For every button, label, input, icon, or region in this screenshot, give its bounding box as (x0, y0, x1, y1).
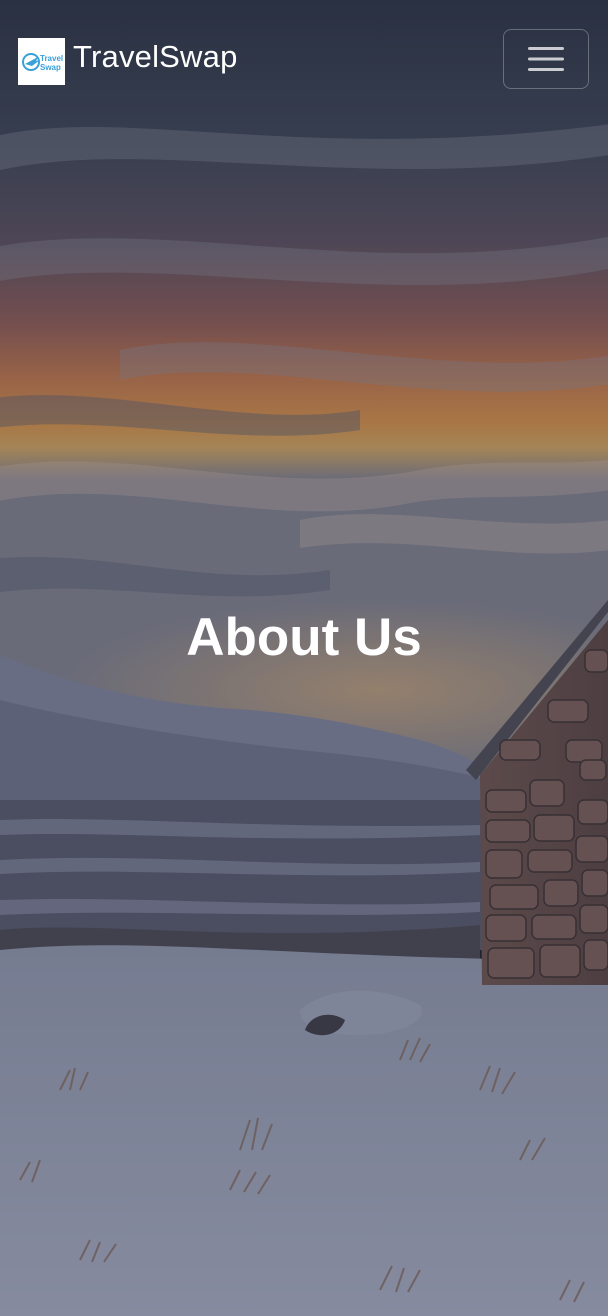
travelswap-logo-icon: Travel Swap (21, 52, 63, 72)
brand-logo: Travel Swap (18, 38, 65, 85)
logo-text-line2: Swap (40, 63, 61, 72)
navbar-toggle-button[interactable] (503, 29, 589, 89)
hero-section: Travel Swap TravelSwap About Us (0, 0, 608, 1316)
navbar: Travel Swap TravelSwap (0, 0, 608, 120)
brand-link[interactable]: Travel Swap TravelSwap (18, 38, 238, 85)
page-title: About Us (186, 608, 422, 667)
logo-text-line1: Travel (40, 54, 63, 63)
brand-name: TravelSwap (73, 38, 238, 74)
hamburger-menu-icon (528, 47, 564, 71)
